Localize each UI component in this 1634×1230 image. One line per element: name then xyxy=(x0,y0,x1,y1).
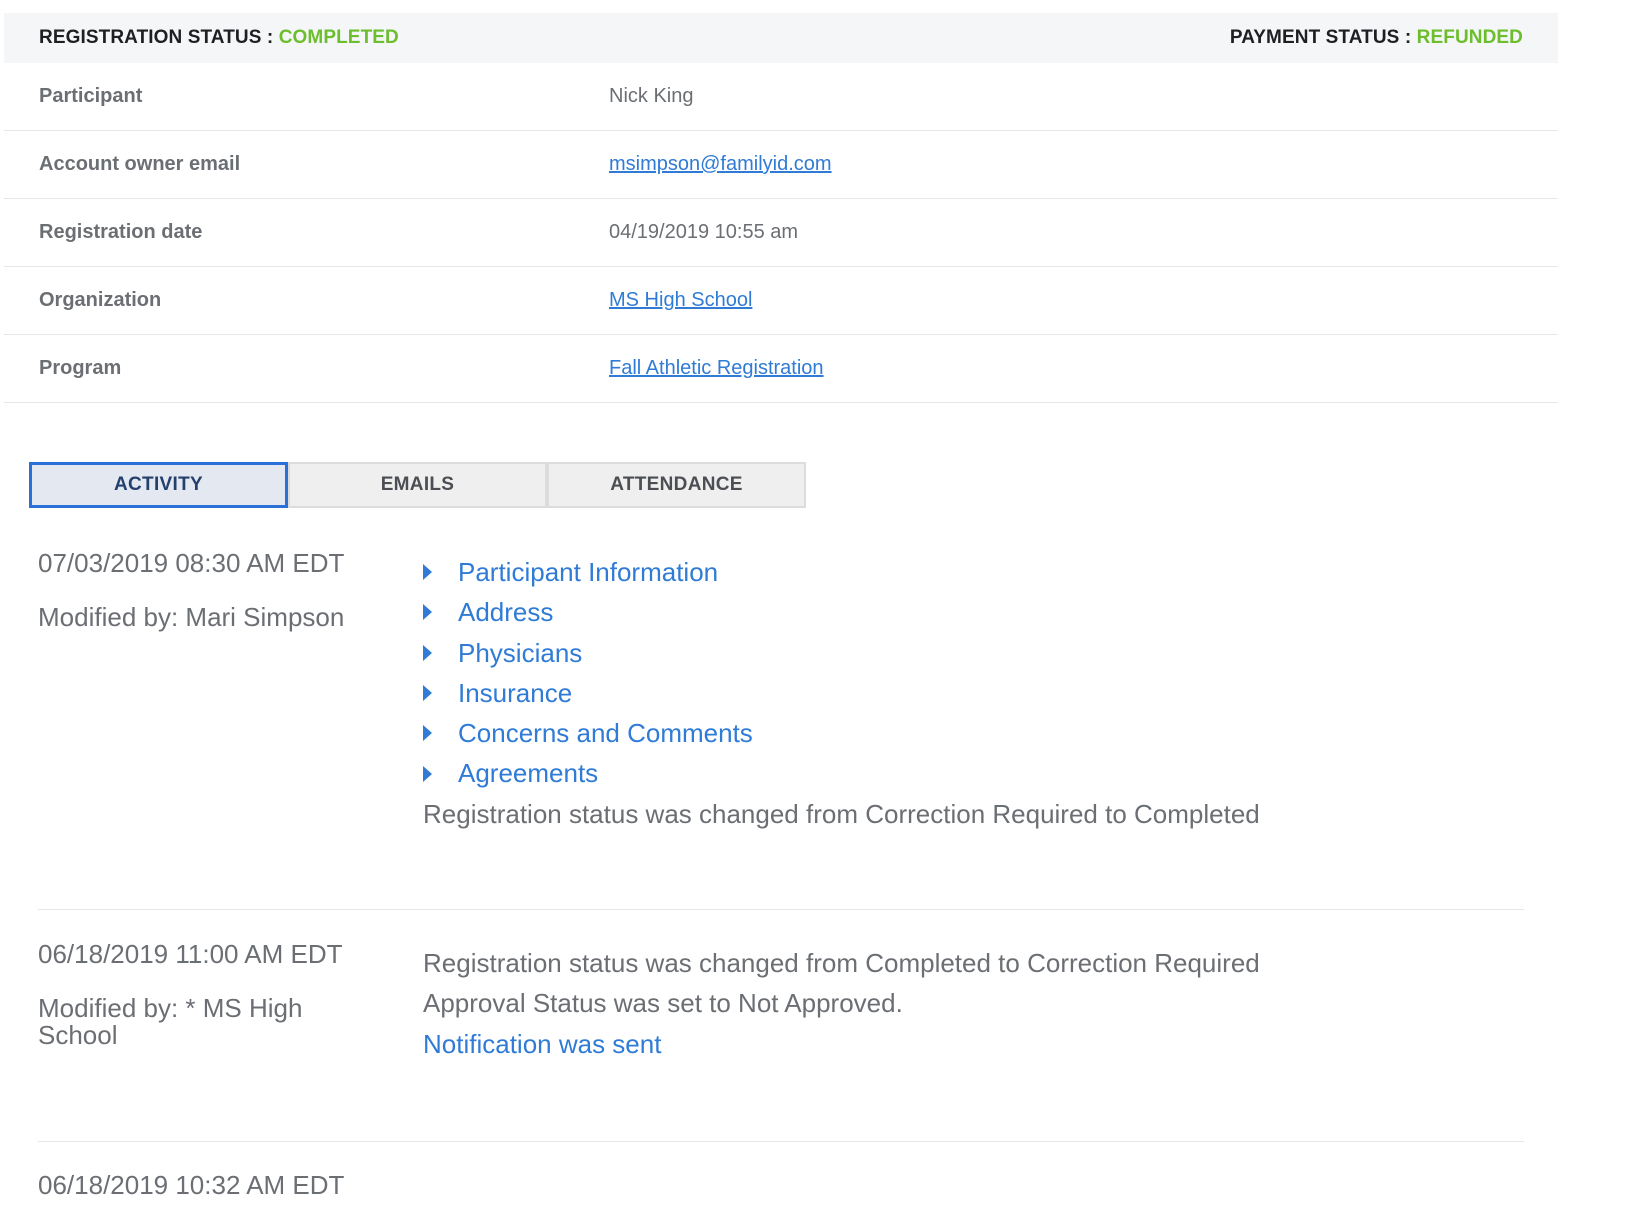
activity-modified-by: Modified by: * MS High School xyxy=(38,993,303,1050)
section-link-label: Address xyxy=(458,597,554,628)
organization-link[interactable]: MS High School xyxy=(609,289,752,312)
registration-details: Participant Nick King Account owner emai… xyxy=(4,63,1558,403)
caret-right-icon xyxy=(423,765,432,782)
activity-body: Registration status was changed from Com… xyxy=(423,943,1260,1064)
caret-right-icon xyxy=(423,685,432,702)
tab-activity[interactable]: ACTIVITY xyxy=(29,462,288,508)
section-link-label: Agreements xyxy=(458,758,599,789)
section-link-label: Insurance xyxy=(458,677,573,708)
program-link[interactable]: Fall Athletic Registration xyxy=(609,357,824,380)
organization-label: Organization xyxy=(39,289,162,311)
account-email-label: Account owner email xyxy=(39,153,241,175)
program-label: Program xyxy=(39,357,122,379)
approval-status-text: Approval Status was set to Not Approved. xyxy=(423,988,903,1019)
notification-sent-link[interactable]: Notification was sent xyxy=(423,1024,1260,1064)
payment-status-value: REFUNDED xyxy=(1416,27,1523,48)
activity-meta: 06/18/2019 11:00 AM EDT Modified by: * M… xyxy=(38,941,378,1049)
activity-date: 06/18/2019 11:00 AM EDT xyxy=(38,939,343,969)
section-link-concerns-and-comments[interactable]: Concerns and Comments xyxy=(423,713,1260,753)
section-link-physicians[interactable]: Physicians xyxy=(423,633,1260,673)
status-bar: REGISTRATION STATUS : COMPLETED PAYMENT … xyxy=(4,13,1558,63)
tab-attendance[interactable]: ATTENDANCE xyxy=(547,462,806,508)
activity-meta: 07/03/2019 08:30 AM EDT Modified by: Mar… xyxy=(38,550,378,631)
detail-row-email: Account owner email msimpson@familyid.co… xyxy=(4,131,1558,199)
section-link-participant-information[interactable]: Participant Information xyxy=(423,552,1260,592)
status-change-text: Registration status was changed from Cor… xyxy=(423,798,1260,829)
activity-body: Participant Information Address Physicia… xyxy=(423,552,1260,834)
caret-right-icon xyxy=(423,725,432,742)
payment-status: PAYMENT STATUS : REFUNDED xyxy=(1230,27,1523,49)
section-link-address[interactable]: Address xyxy=(423,592,1260,632)
registration-status-value: COMPLETED xyxy=(278,27,399,48)
caret-right-icon xyxy=(423,564,432,581)
detail-row-participant: Participant Nick King xyxy=(4,63,1558,131)
section-link-agreements[interactable]: Agreements xyxy=(423,753,1260,793)
detail-row-organization: Organization MS High School xyxy=(4,267,1558,335)
detail-row-program: Program Fall Athletic Registration xyxy=(4,335,1558,403)
participant-value: Nick King xyxy=(609,85,694,107)
tab-bar: ACTIVITY EMAILS ATTENDANCE xyxy=(29,462,806,508)
activity-date: 07/03/2019 08:30 AM EDT xyxy=(38,548,345,578)
activity-date: 06/18/2019 10:32 AM EDT xyxy=(38,1170,345,1200)
registration-date-label: Registration date xyxy=(39,221,203,243)
caret-right-icon xyxy=(423,604,432,621)
activity-divider xyxy=(38,1141,1524,1142)
activity-divider xyxy=(38,909,1524,910)
participant-label: Participant xyxy=(39,85,143,107)
caret-right-icon xyxy=(423,644,432,661)
activity-modified-by: Modified by: Mari Simpson xyxy=(38,602,345,632)
section-link-label: Concerns and Comments xyxy=(458,718,753,749)
activity-meta: 06/18/2019 10:32 AM EDT xyxy=(38,1172,378,1199)
registration-status-label: REGISTRATION STATUS : xyxy=(39,27,279,48)
tab-emails[interactable]: EMAILS xyxy=(288,462,547,508)
section-link-label: Physicians xyxy=(458,637,583,668)
registration-status: REGISTRATION STATUS : COMPLETED xyxy=(39,27,399,49)
registration-date-value: 04/19/2019 10:55 am xyxy=(609,221,799,243)
payment-status-label: PAYMENT STATUS : xyxy=(1229,27,1417,48)
section-link-insurance[interactable]: Insurance xyxy=(423,673,1260,713)
account-email-link[interactable]: msimpson@familyid.com xyxy=(609,153,832,176)
detail-row-registration-date: Registration date 04/19/2019 10:55 am xyxy=(4,199,1558,267)
section-link-label: Participant Information xyxy=(458,557,719,587)
status-change-text: Registration status was changed from Com… xyxy=(423,948,1260,978)
